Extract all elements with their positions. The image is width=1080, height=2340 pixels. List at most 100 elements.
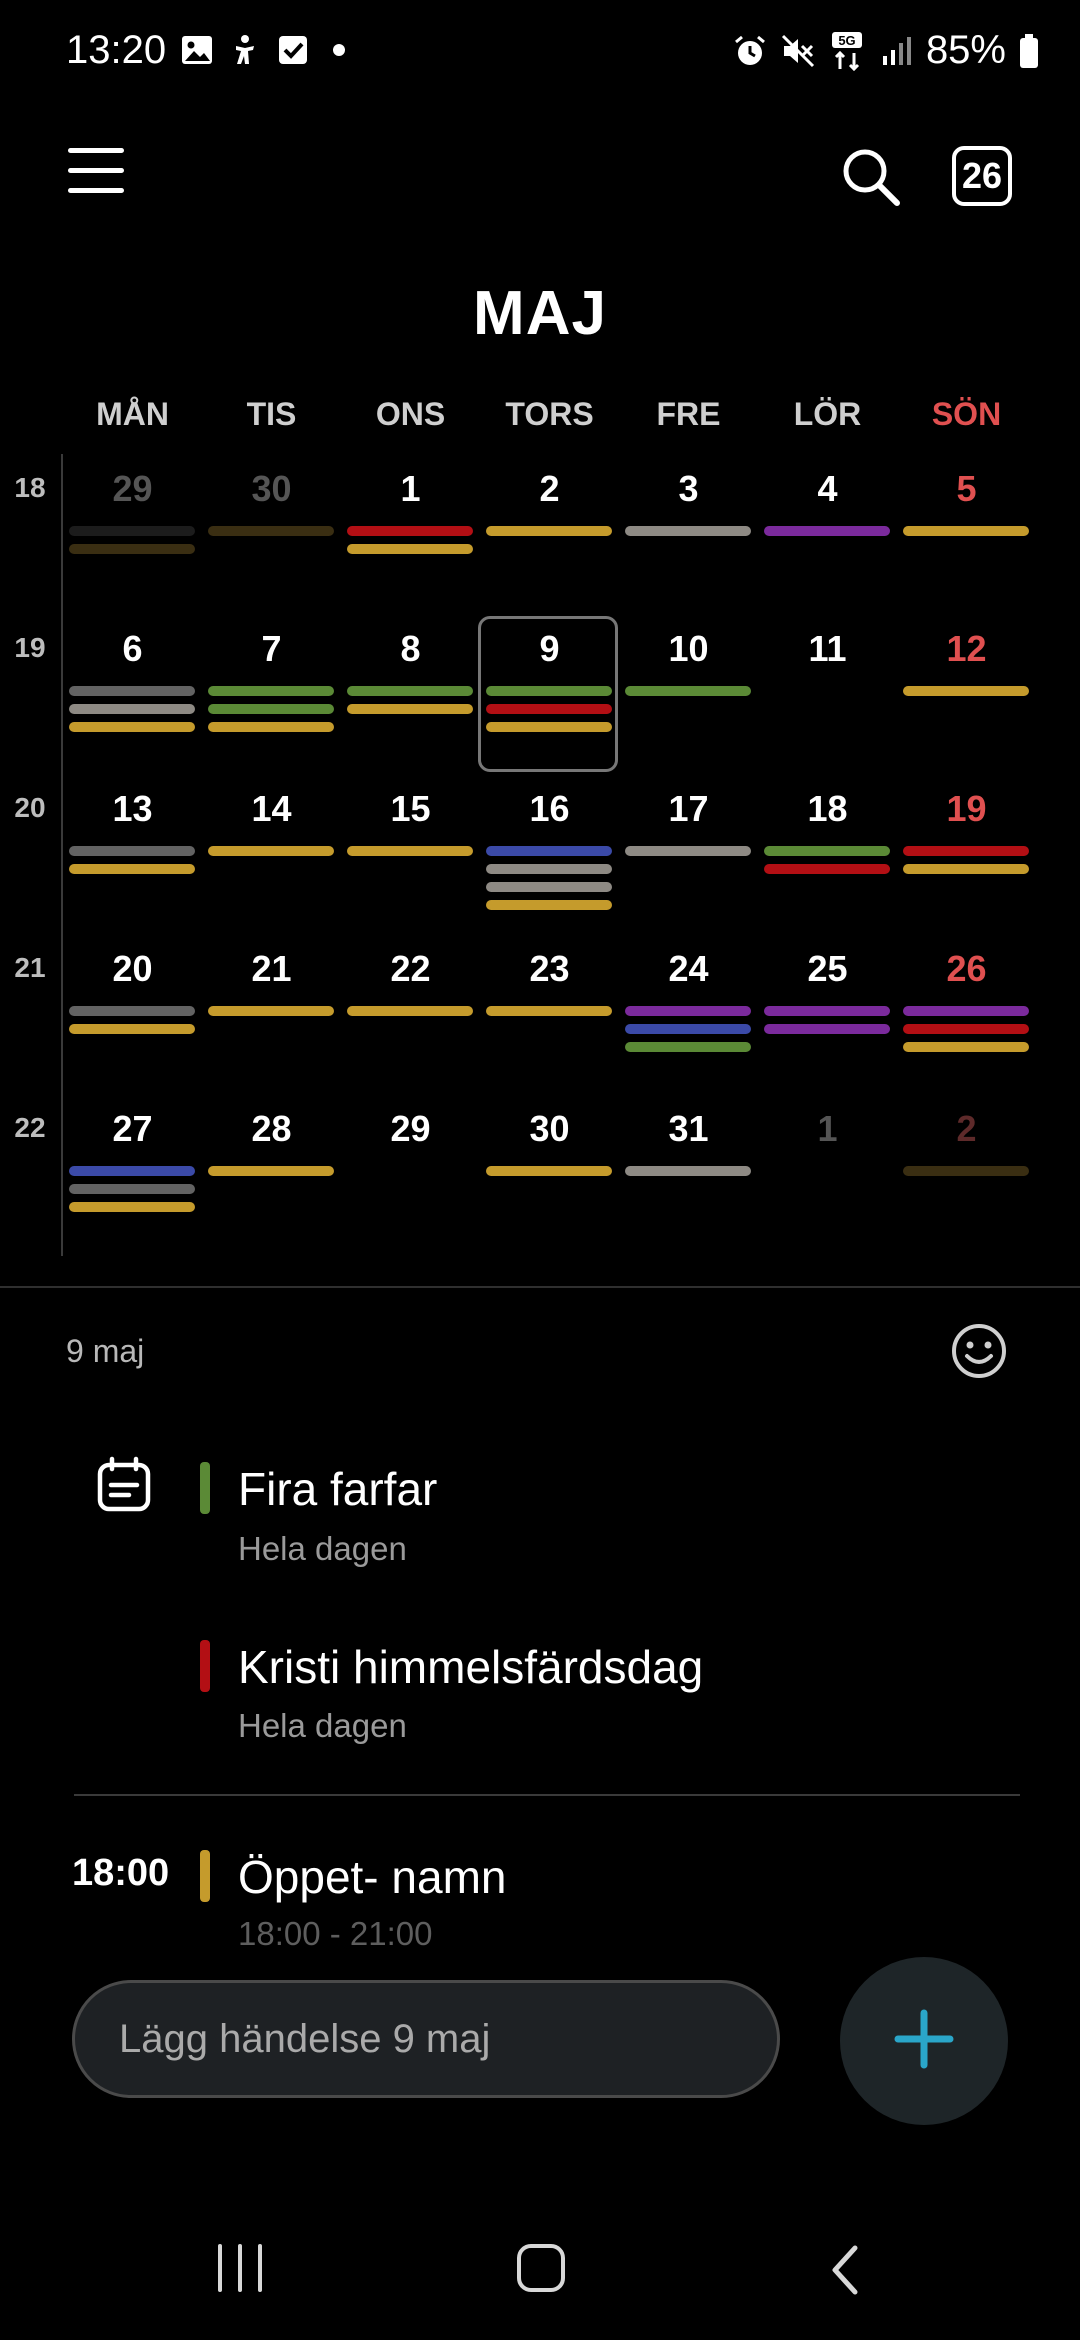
event-title: Fira farfar [238, 1463, 438, 1515]
day-cell[interactable]: 30 [202, 454, 341, 614]
day-number: 19 [946, 788, 987, 829]
week-row: 19 6 7 8 9 10 11 12 [0, 614, 1080, 774]
day-cell[interactable]: 24 [619, 934, 758, 1094]
day-cell[interactable]: 17 [619, 774, 758, 934]
back-icon[interactable] [825, 2240, 865, 2300]
event-bar [208, 1166, 334, 1176]
day-number: 30 [251, 468, 292, 509]
week-row: 21 20 21 22 23 24 25 26 [0, 934, 1080, 1094]
event-bar [486, 704, 612, 714]
day-cell[interactable]: 2 [480, 454, 619, 614]
quick-add-input[interactable]: Lägg händelse 9 maj [72, 1980, 780, 2098]
event-bar [903, 1024, 1029, 1034]
day-cell[interactable]: 29 [63, 454, 202, 614]
day-cell-selected[interactable]: 9 [480, 614, 619, 774]
day-number: 3 [678, 468, 699, 509]
day-cell[interactable]: 2 [897, 1094, 1036, 1254]
event-bar [486, 846, 612, 856]
event-subtitle: Hela dagen [238, 1707, 407, 1744]
event-bar [903, 686, 1029, 696]
day-number: 27 [112, 1108, 153, 1149]
recent-apps-icon[interactable] [212, 2244, 268, 2294]
home-icon[interactable] [517, 2244, 565, 2292]
event-bar [208, 686, 334, 696]
calendar-note-icon [96, 1456, 152, 1514]
day-cell[interactable]: 29 [341, 1094, 480, 1254]
event-bar [764, 1006, 890, 1016]
hamburger-menu-icon[interactable] [68, 148, 124, 200]
day-cell[interactable]: 4 [758, 454, 897, 614]
day-number: 29 [112, 468, 153, 509]
day-number: 1 [400, 468, 421, 509]
event-bar [347, 846, 473, 856]
event-bar [486, 722, 612, 732]
week-number: 20 [14, 792, 46, 823]
day-cell[interactable]: 1 [341, 454, 480, 614]
day-number: 28 [251, 1108, 292, 1149]
gallery-icon [180, 33, 214, 67]
day-number: 15 [390, 788, 431, 829]
day-cell[interactable]: 16 [480, 774, 619, 934]
day-cell[interactable]: 21 [202, 934, 341, 1094]
day-number: 21 [251, 948, 292, 989]
event-color-strip [200, 1850, 210, 1902]
weekday-label: ONS [375, 396, 446, 432]
event-bar [69, 1006, 195, 1016]
weekday-label: FRE [656, 396, 721, 432]
day-cell[interactable]: 23 [480, 934, 619, 1094]
day-cell[interactable]: 6 [63, 614, 202, 774]
day-number: 10 [668, 628, 709, 669]
day-cell[interactable]: 27 [63, 1094, 202, 1254]
event-color-strip [200, 1640, 210, 1692]
day-cell[interactable]: 19 [897, 774, 1036, 934]
day-cell[interactable]: 18 [758, 774, 897, 934]
event-bar [486, 900, 612, 910]
day-cell[interactable]: 30 [480, 1094, 619, 1254]
event-subtitle: 18:00 - 21:00 [238, 1915, 433, 1952]
event-bar [903, 1042, 1029, 1052]
event-bar [347, 686, 473, 696]
day-cell[interactable]: 22 [341, 934, 480, 1094]
day-cell[interactable]: 25 [758, 934, 897, 1094]
day-cell[interactable]: 28 [202, 1094, 341, 1254]
day-cell[interactable]: 20 [63, 934, 202, 1094]
search-icon[interactable] [840, 146, 902, 208]
signal-icon [880, 34, 914, 68]
day-cell[interactable]: 31 [619, 1094, 758, 1254]
event-bar [903, 1006, 1029, 1016]
day-cell[interactable]: 12 [897, 614, 1036, 774]
day-cell[interactable]: 14 [202, 774, 341, 934]
day-number: 8 [400, 628, 421, 669]
week-number: 18 [14, 472, 46, 503]
event-bar [903, 1166, 1029, 1176]
today-button[interactable]: 26 [952, 146, 1012, 206]
day-cell[interactable]: 26 [897, 934, 1036, 1094]
weekday-label: TIS [246, 396, 297, 432]
alarm-icon [732, 33, 768, 69]
event-bar [347, 526, 473, 536]
event-bar [903, 864, 1029, 874]
week-number: 19 [14, 632, 46, 663]
smiley-icon[interactable] [950, 1322, 1008, 1380]
day-cell[interactable]: 10 [619, 614, 758, 774]
day-cell[interactable]: 8 [341, 614, 480, 774]
day-cell[interactable]: 1 [758, 1094, 897, 1254]
day-cell[interactable]: 13 [63, 774, 202, 934]
day-cell[interactable]: 7 [202, 614, 341, 774]
calendar-divider [0, 1286, 1080, 1288]
day-cell[interactable]: 5 [897, 454, 1036, 614]
status-bar: 13:20 5G 85% [0, 0, 1080, 105]
event-bar [208, 1006, 334, 1016]
day-cell[interactable]: 11 [758, 614, 897, 774]
event-bar [208, 704, 334, 714]
day-cell[interactable]: 3 [619, 454, 758, 614]
day-number: 30 [529, 1108, 570, 1149]
plus-icon [892, 2007, 956, 2076]
day-number: 23 [529, 948, 570, 989]
navigation-bar [0, 2210, 1080, 2340]
event-bar [625, 526, 751, 536]
add-event-button[interactable] [840, 1957, 1008, 2125]
event-bar [625, 1006, 751, 1016]
week-number: 21 [14, 952, 46, 983]
day-cell[interactable]: 15 [341, 774, 480, 934]
